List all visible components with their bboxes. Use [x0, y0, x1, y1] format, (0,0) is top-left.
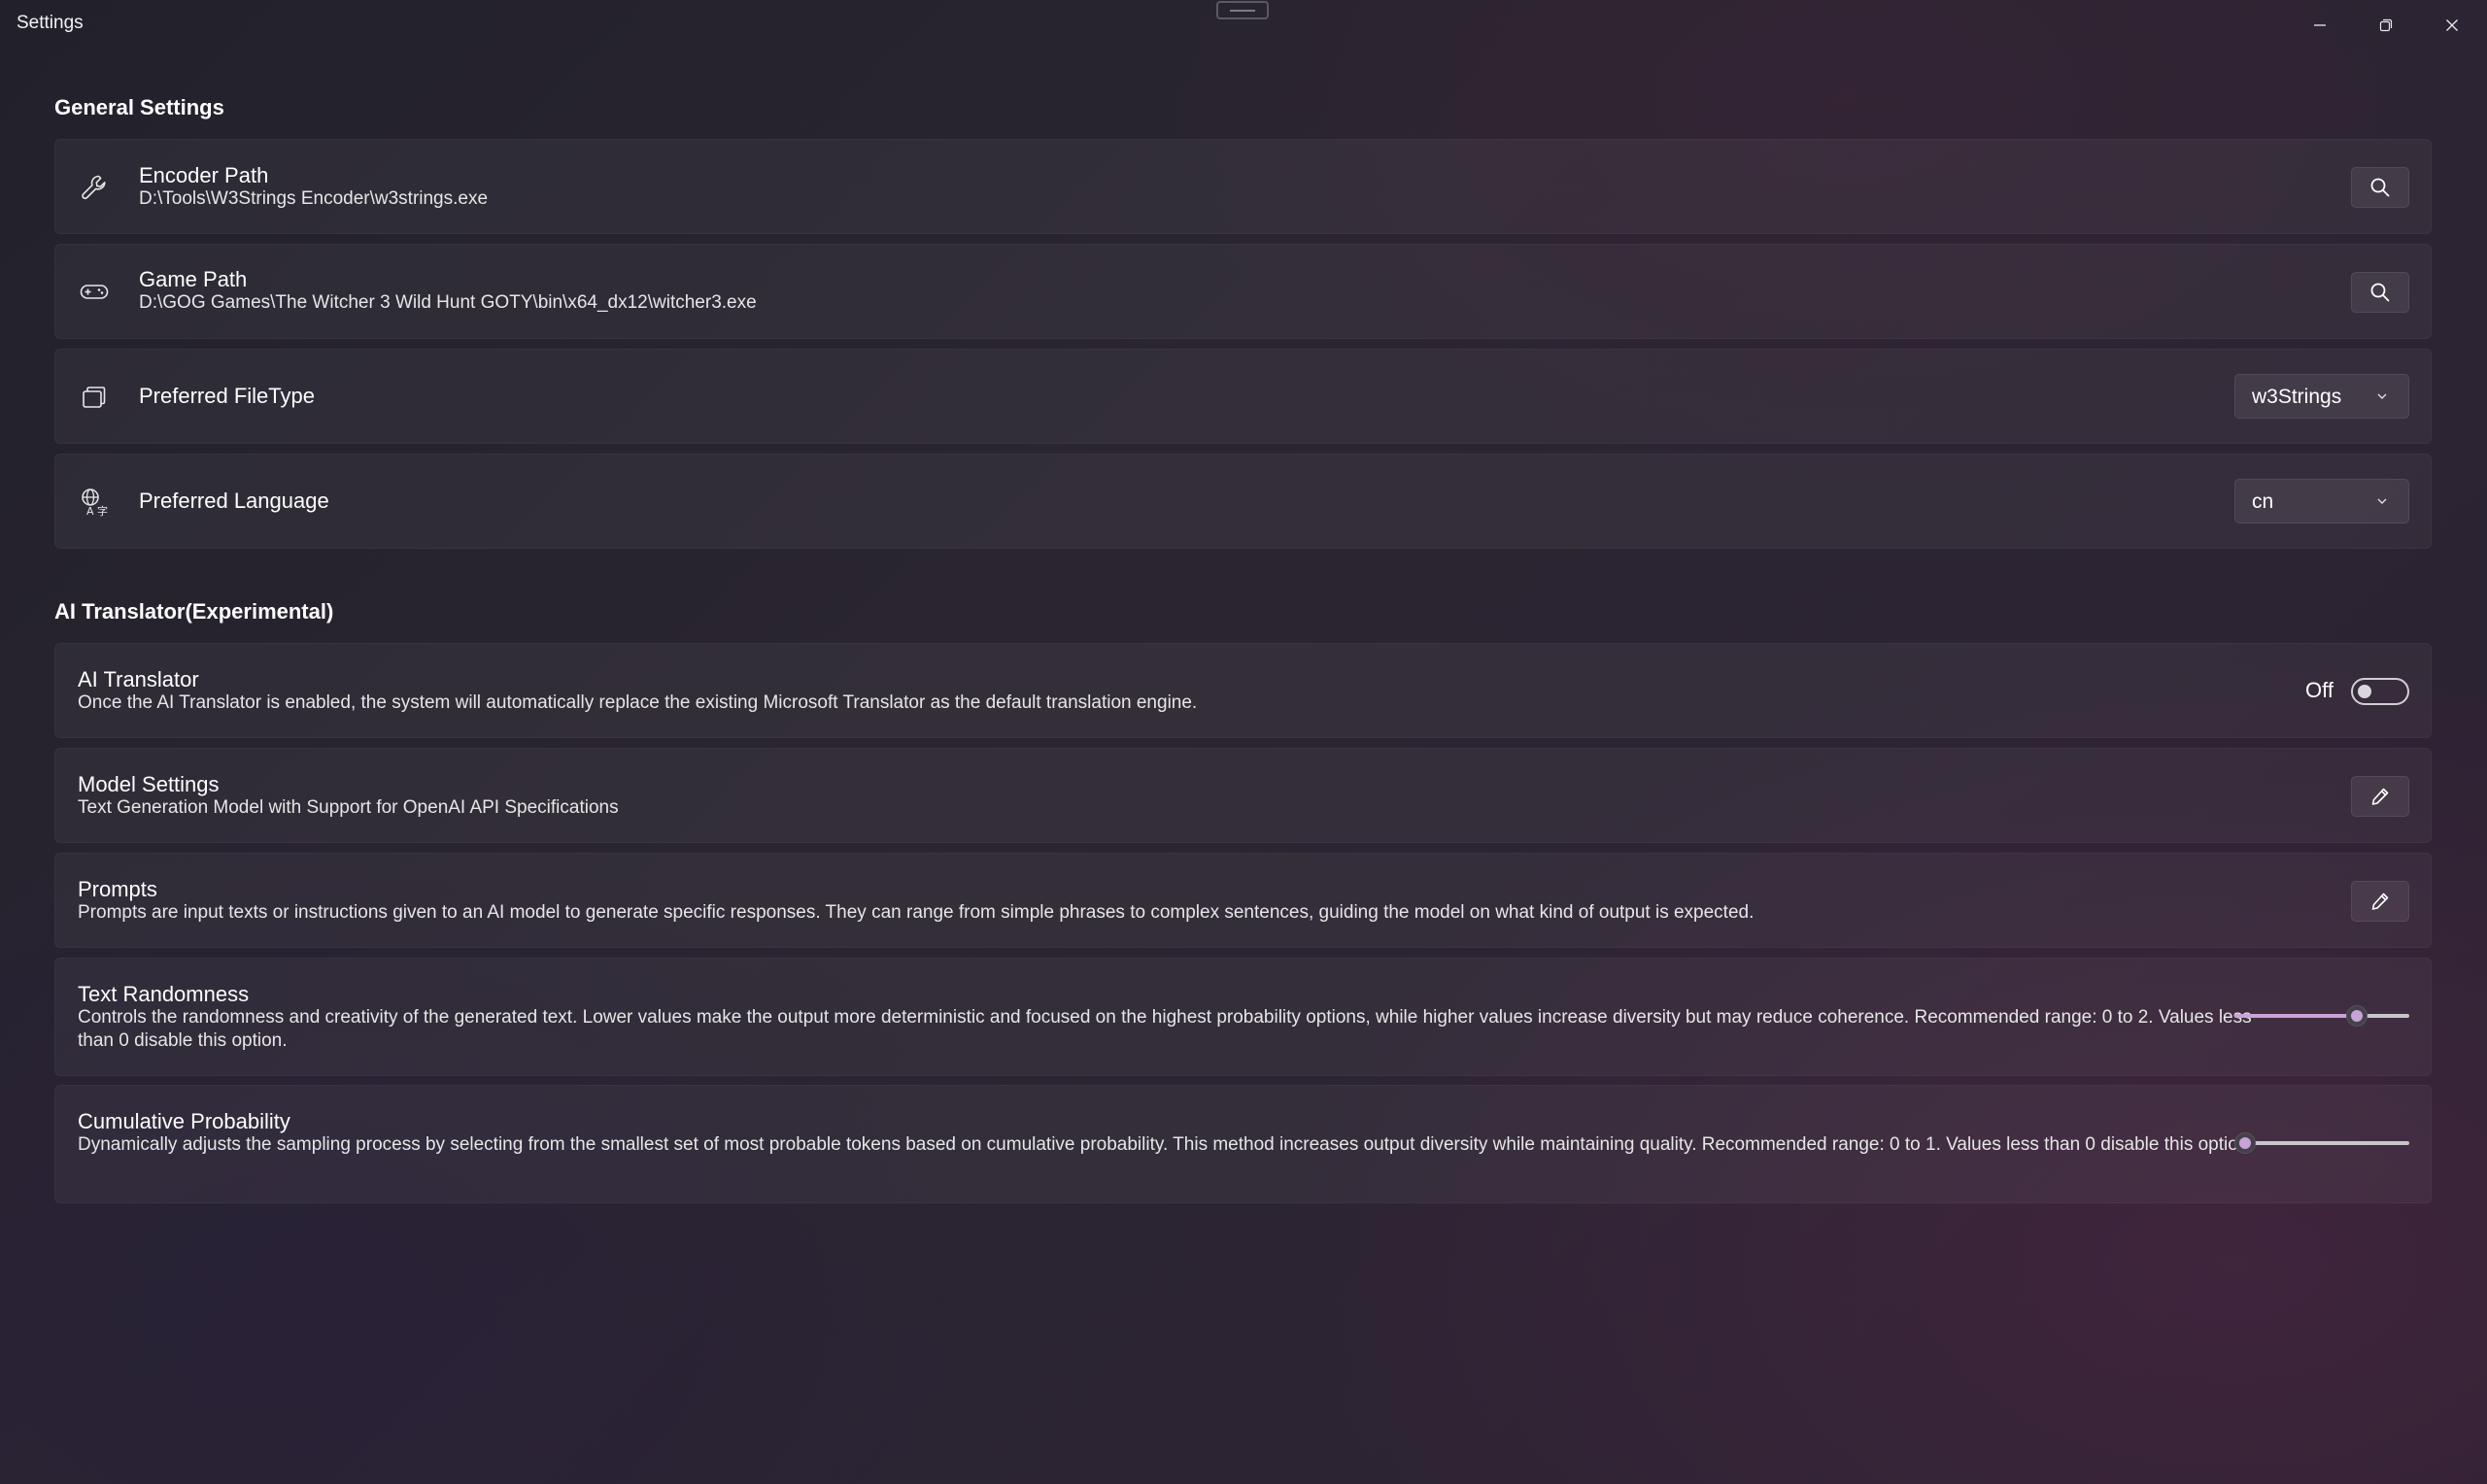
- prompts-card: Prompts Prompts are input texts or instr…: [54, 853, 2432, 948]
- minimize-icon: [2314, 24, 2326, 26]
- file-copy-icon: [79, 382, 110, 413]
- encoder-path-card: Encoder Path D:\Tools\W3Strings Encoder\…: [54, 139, 2432, 234]
- ai-translator-description: Once the AI Translator is enabled, the s…: [78, 692, 1198, 713]
- ai-translator-title: AI Translator: [78, 667, 199, 691]
- cumulative-probability-card: Cumulative Probability Dynamically adjus…: [54, 1085, 2432, 1203]
- edit-icon: [2371, 893, 2389, 910]
- svg-text:A: A: [86, 505, 94, 518]
- prompts-title: Prompts: [78, 877, 157, 901]
- preferred-language-title: Preferred Language: [139, 489, 329, 513]
- text-randomness-slider[interactable]: [2234, 1004, 2409, 1028]
- model-settings-title: Model Settings: [78, 772, 220, 796]
- language-dropdown[interactable]: cn: [2234, 479, 2409, 523]
- slider-fill: [2234, 1014, 2358, 1018]
- preferred-language-card: A 字 Preferred Language cn: [54, 454, 2432, 549]
- text-randomness-description: Controls the randomness and creativity o…: [78, 1007, 2252, 1051]
- edit-model-settings-button[interactable]: [2351, 776, 2409, 817]
- cumulative-probability-title: Cumulative Probability: [78, 1109, 290, 1133]
- minimize-button[interactable]: [2287, 0, 2353, 51]
- cumulative-probability-description: Dynamically adjusts the sampling process…: [78, 1134, 2254, 1155]
- prompts-description: Prompts are input texts or instructions …: [78, 902, 1755, 923]
- model-settings-card: Model Settings Text Generation Model wit…: [54, 748, 2432, 843]
- title-bar: Settings: [0, 0, 2487, 51]
- edit-icon: [2371, 788, 2389, 805]
- translate-icon: A 字: [79, 487, 110, 518]
- text-randomness-card: Text Randomness Controls the randomness …: [54, 958, 2432, 1076]
- browse-encoder-button[interactable]: [2351, 167, 2409, 208]
- wrench-icon: [79, 172, 110, 203]
- drag-handle[interactable]: [1216, 1, 1269, 19]
- search-icon: [2370, 178, 2390, 197]
- game-path-card: Game Path D:\GOG Games\The Witcher 3 Wil…: [54, 244, 2432, 339]
- restore-icon: [2379, 18, 2393, 32]
- slider-track: [2234, 1141, 2409, 1145]
- ai-translator-toggle[interactable]: [2351, 678, 2409, 705]
- restore-button[interactable]: [2353, 0, 2419, 51]
- close-icon: [2446, 19, 2458, 31]
- edit-prompts-button[interactable]: [2351, 881, 2409, 922]
- game-path-title: Game Path: [139, 267, 248, 291]
- slider-thumb[interactable]: [2234, 1132, 2256, 1154]
- game-path-value: D:\GOG Games\The Witcher 3 Wild Hunt GOT…: [139, 292, 757, 313]
- window-title: Settings: [17, 13, 84, 33]
- svg-text:字: 字: [97, 504, 108, 518]
- filetype-dropdown[interactable]: w3Strings: [2234, 374, 2409, 419]
- slider-thumb[interactable]: [2346, 1005, 2368, 1027]
- gamepad-icon: [79, 277, 110, 308]
- language-selected: cn: [2252, 490, 2274, 513]
- preferred-filetype-title: Preferred FileType: [139, 384, 315, 408]
- filetype-selected: w3Strings: [2252, 386, 2342, 408]
- preferred-filetype-card: Preferred FileType w3Strings: [54, 349, 2432, 444]
- encoder-path-value: D:\Tools\W3Strings Encoder\w3strings.exe: [139, 188, 489, 209]
- cumulative-probability-slider[interactable]: [2234, 1131, 2409, 1155]
- toggle-knob: [2358, 685, 2371, 698]
- general-settings-heading: General Settings: [54, 95, 224, 119]
- search-icon: [2370, 283, 2390, 302]
- text-randomness-title: Text Randomness: [78, 982, 250, 1006]
- ai-translator-heading: AI Translator(Experimental): [54, 599, 334, 624]
- chevron-down-icon: [2377, 393, 2387, 399]
- close-button[interactable]: [2419, 0, 2485, 51]
- model-settings-description: Text Generation Model with Support for O…: [78, 797, 619, 818]
- ai-translator-state-label: Off: [2305, 678, 2334, 702]
- encoder-path-title: Encoder Path: [139, 163, 269, 187]
- browse-game-button[interactable]: [2351, 272, 2409, 313]
- chevron-down-icon: [2377, 498, 2387, 504]
- ai-translator-card: AI Translator Once the AI Translator is …: [54, 643, 2432, 738]
